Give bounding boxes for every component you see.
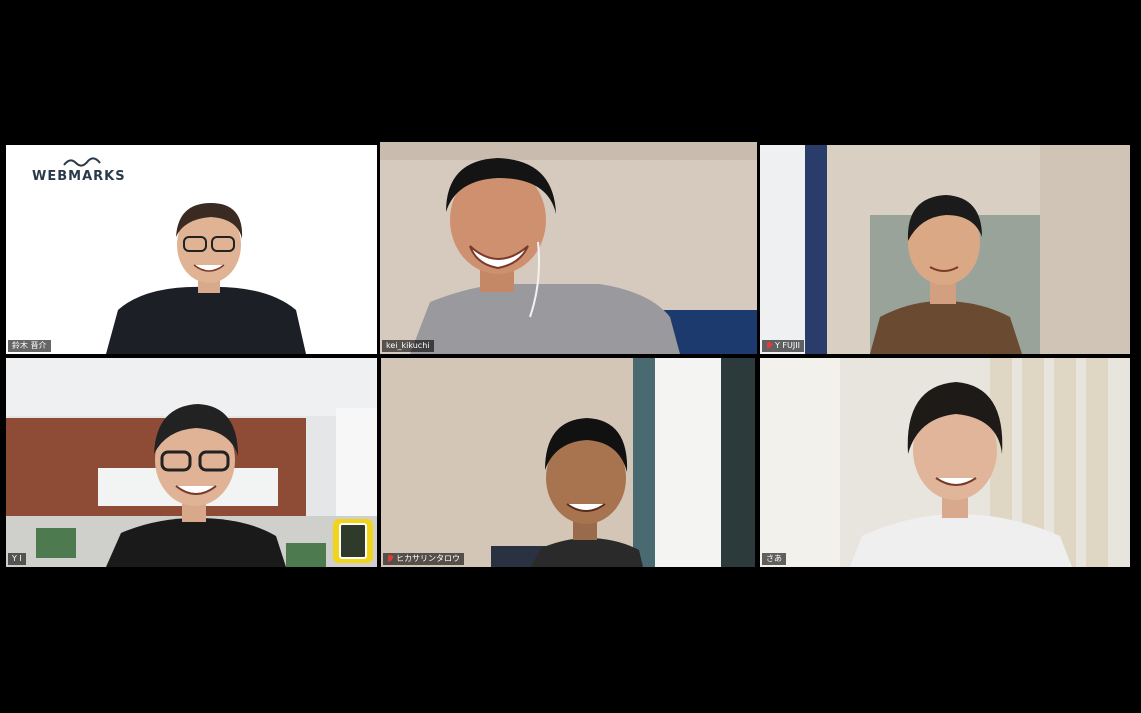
participant-video-4 xyxy=(6,358,377,567)
participant-name-tag: Y I xyxy=(8,553,26,565)
participant-name-tag: 鈴木 晋介 xyxy=(8,340,51,352)
participant-name: ヒカサリンタロウ xyxy=(396,554,460,563)
meeting-gallery: WEBMARKS 鈴木 晋介 kei_kikuchi Y FUJII Y I ヒ… xyxy=(0,0,1141,713)
video-tile-4[interactable]: Y I xyxy=(6,358,377,567)
brand-name: WEBMARKS xyxy=(32,169,126,184)
mic-muted-icon xyxy=(766,342,772,350)
video-tile-3[interactable]: Y FUJII xyxy=(760,145,1130,354)
participant-name: 鈴木 晋介 xyxy=(12,341,47,350)
video-tile-1[interactable]: WEBMARKS 鈴木 晋介 xyxy=(6,145,377,354)
participant-name: Y FUJII xyxy=(775,341,800,350)
participant-name-tag: Y FUJII xyxy=(762,340,804,352)
video-tile-2[interactable]: kei_kikuchi xyxy=(380,142,757,354)
participant-name: kei_kikuchi xyxy=(386,341,430,350)
video-tile-5[interactable]: ヒカサリンタロウ xyxy=(381,358,755,567)
video-tile-6[interactable]: さあ xyxy=(760,358,1130,567)
participant-name-tag: kei_kikuchi xyxy=(382,340,434,352)
sticker-badge-icon xyxy=(333,519,373,563)
participant-name-tag: さあ xyxy=(762,553,786,565)
participant-video-6 xyxy=(760,358,1130,567)
participant-video-2 xyxy=(380,142,757,354)
brand-watermark: WEBMARKS xyxy=(32,157,126,184)
participant-name: Y I xyxy=(12,554,22,563)
participant-name-tag: ヒカサリンタロウ xyxy=(383,553,464,565)
wave-logo-icon xyxy=(63,157,101,167)
participant-video-3 xyxy=(760,145,1130,354)
participant-video-5 xyxy=(381,358,755,567)
participant-name: さあ xyxy=(766,554,782,563)
mic-muted-icon xyxy=(387,555,393,563)
